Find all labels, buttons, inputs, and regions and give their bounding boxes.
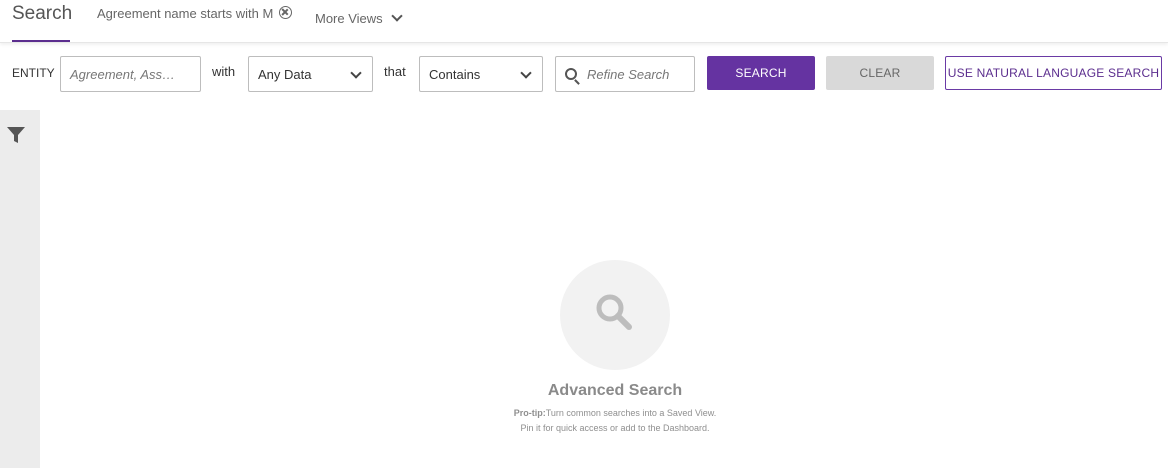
protip-label: Pro-tip:: [513, 408, 546, 418]
more-views-label: More Views: [315, 11, 383, 26]
tab-saved-view-label: Agreement name starts with M: [97, 6, 274, 21]
operator-select-value: Contains: [429, 66, 481, 82]
tab-saved-view[interactable]: Agreement name starts with M: [97, 6, 293, 21]
entity-input-placeholder: Agreement, Ass…: [70, 66, 176, 82]
empty-state-protip: Pro-tip:Turn common searches into a Save…: [0, 406, 1168, 436]
chevron-down-icon: [391, 9, 403, 22]
natural-language-search-button[interactable]: USE NATURAL LANGUAGE SEARCH: [945, 56, 1162, 90]
tab-search-label: Search: [12, 3, 73, 24]
filter-funnel-icon[interactable]: [7, 126, 25, 144]
entity-label: ENTITY: [12, 66, 55, 80]
protip-text-2: Pin it for quick access or add to the Da…: [520, 423, 710, 433]
operator-select[interactable]: Contains: [419, 56, 543, 92]
search-icon: [596, 294, 632, 330]
refine-search-input[interactable]: Refine Search: [555, 56, 695, 92]
empty-state-title: Advanced Search: [547, 382, 683, 399]
search-button-label: SEARCH: [735, 66, 787, 80]
refine-search-placeholder: Refine Search: [587, 66, 670, 82]
protip-line-1: Pro-tip:Turn common searches into a Save…: [0, 406, 1168, 421]
chevron-down-icon: [350, 67, 362, 79]
natural-language-search-label: USE NATURAL LANGUAGE SEARCH: [947, 66, 1160, 80]
close-icon[interactable]: [279, 6, 293, 19]
data-select-value: Any Data: [258, 66, 312, 82]
empty-state-icon-circle: [560, 260, 670, 370]
protip-text-1: Turn common searches into a Saved View.: [545, 408, 717, 418]
more-views-dropdown[interactable]: More Views: [315, 9, 403, 26]
that-label: that: [384, 64, 406, 79]
clear-button[interactable]: CLEAR: [826, 56, 934, 90]
tab-search[interactable]: Search: [12, 3, 73, 42]
clear-button-label: CLEAR: [859, 66, 901, 80]
search-button[interactable]: SEARCH: [707, 56, 815, 90]
with-label: with: [212, 64, 236, 79]
data-select[interactable]: Any Data: [248, 56, 373, 92]
entity-input[interactable]: Agreement, Ass…: [60, 56, 201, 92]
search-icon: [565, 68, 577, 80]
tab-bar: Search Agreement name starts with M More…: [0, 0, 1168, 43]
chevron-down-icon: [520, 67, 532, 79]
